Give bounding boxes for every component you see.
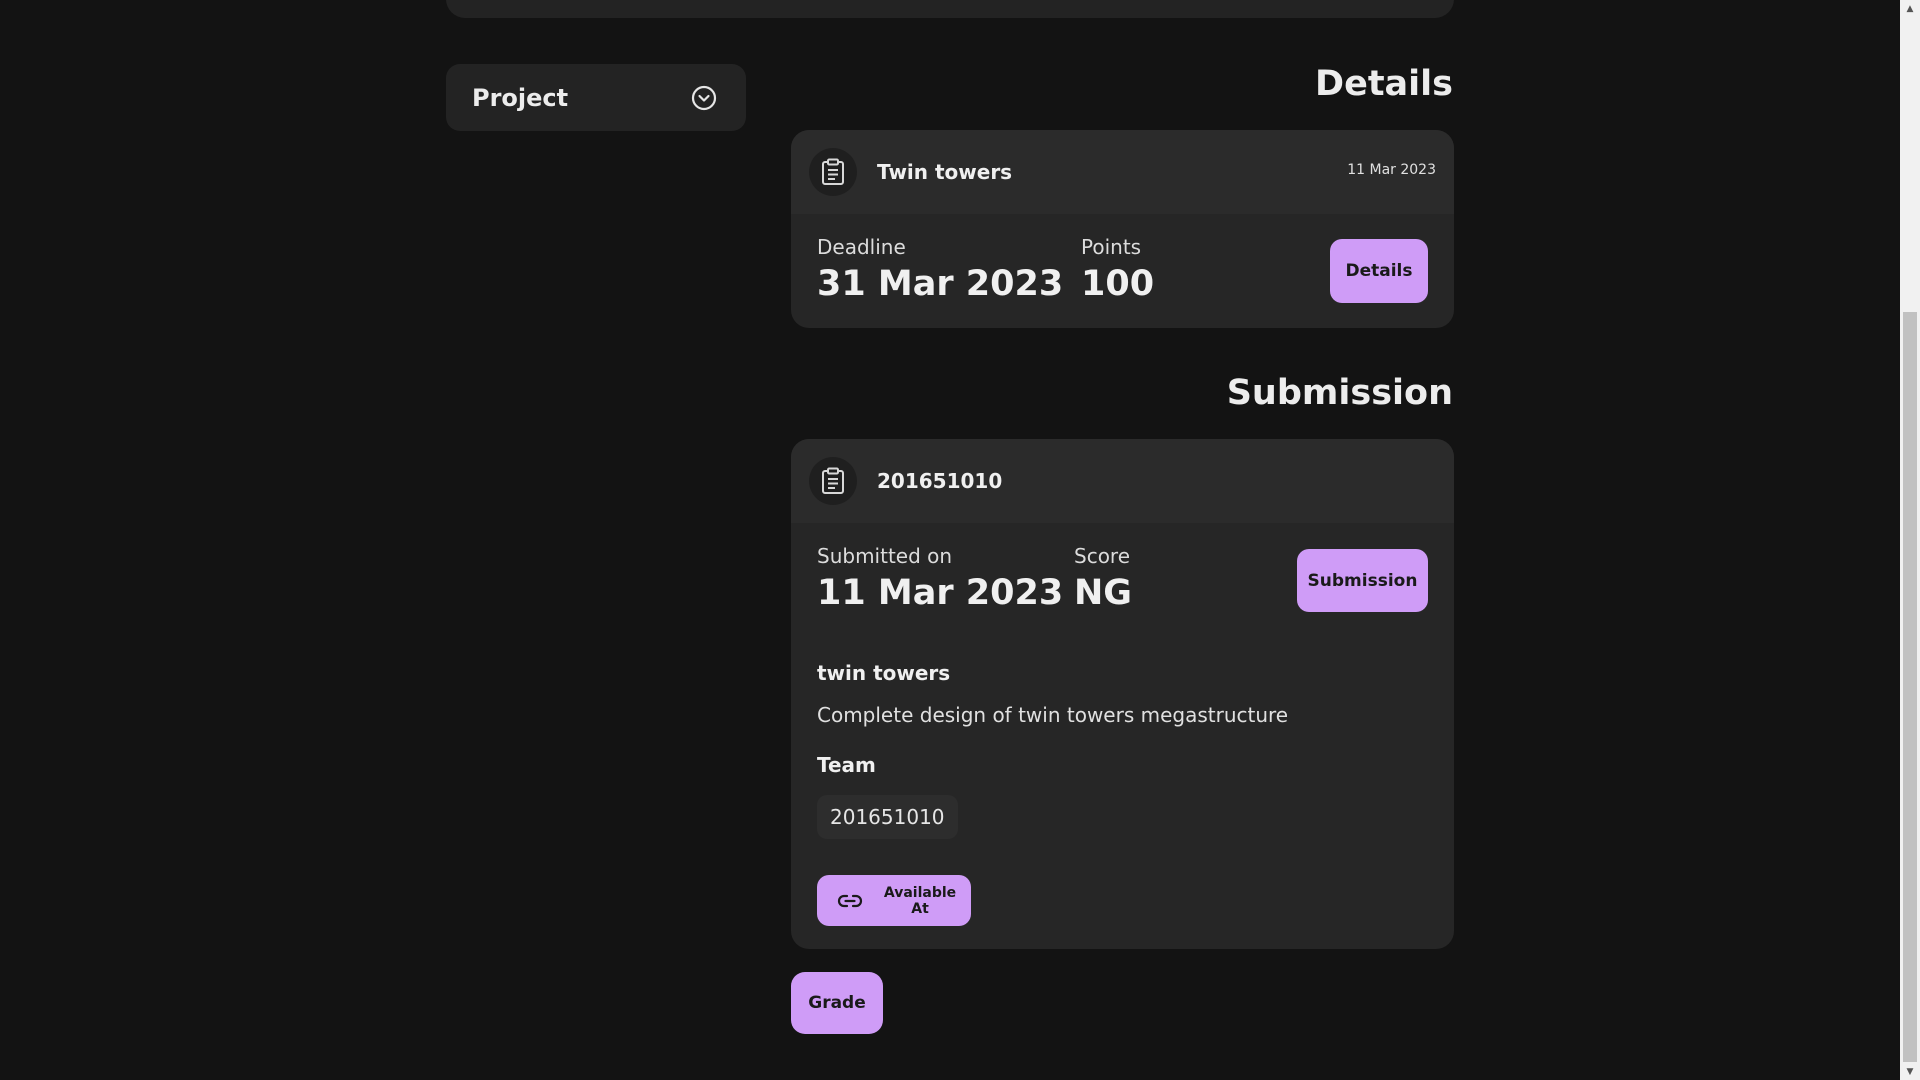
team-member-chip: 201651010	[817, 795, 958, 839]
project-dropdown[interactable]: Project	[446, 64, 746, 131]
project-date: 11 Mar 2023	[1347, 162, 1436, 178]
submitted-on-value: 11 Mar 2023	[817, 573, 1064, 613]
vertical-scrollbar[interactable]: ▲ ▼	[1900, 0, 1920, 1080]
card-header: 201651010	[791, 439, 1454, 523]
project-details-card: Twin towers 11 Mar 2023 Deadline 31 Mar …	[791, 130, 1454, 328]
points-label: Points	[1081, 235, 1142, 259]
clipboard-icon	[809, 148, 857, 196]
project-title: Twin towers	[877, 160, 1013, 184]
scrollbar-thumb[interactable]	[1903, 312, 1917, 1062]
deadline-value: 31 Mar 2023	[817, 264, 1064, 304]
submission-description: Complete design of twin towers megastruc…	[817, 703, 1289, 727]
deadline-stat: Deadline 31 Mar 2023	[817, 234, 1063, 306]
deadline-label: Deadline	[817, 235, 906, 259]
available-at-label: Available At	[883, 884, 957, 917]
scroll-up-arrow-icon[interactable]: ▲	[1900, 0, 1920, 17]
submitted-on-label: Submitted on	[817, 544, 953, 568]
chevron-down-circle-icon	[690, 84, 718, 112]
points-stat: Points 100	[1081, 234, 1154, 306]
card-header: Twin towers 11 Mar 2023	[791, 130, 1454, 214]
project-dropdown-label: Project	[472, 83, 569, 112]
score-stat: Score NG	[1074, 543, 1132, 615]
score-label: Score	[1074, 544, 1131, 568]
clipboard-icon	[809, 457, 857, 505]
details-heading: Details	[1315, 64, 1453, 104]
submission-title: twin towers	[817, 661, 951, 685]
details-button[interactable]: Details	[1330, 239, 1428, 303]
submission-heading: Submission	[1226, 373, 1453, 413]
available-at-button[interactable]: Available At	[817, 875, 971, 926]
link-icon	[837, 893, 863, 909]
submission-id: 201651010	[877, 469, 1003, 493]
scroll-down-arrow-icon[interactable]: ▼	[1900, 1063, 1920, 1080]
grade-button[interactable]: Grade	[791, 972, 883, 1034]
page: Project Details Twin towers 11 Mar 2023	[0, 0, 1920, 1080]
team-label: Team	[817, 753, 876, 777]
points-value: 100	[1081, 264, 1155, 304]
top-panel-edge	[446, 0, 1454, 18]
submission-card: 201651010 Submitted on 11 Mar 2023 Score…	[791, 439, 1454, 949]
submission-button[interactable]: Submission	[1297, 549, 1428, 612]
submitted-on-stat: Submitted on 11 Mar 2023	[817, 543, 1063, 615]
score-value: NG	[1074, 573, 1133, 613]
